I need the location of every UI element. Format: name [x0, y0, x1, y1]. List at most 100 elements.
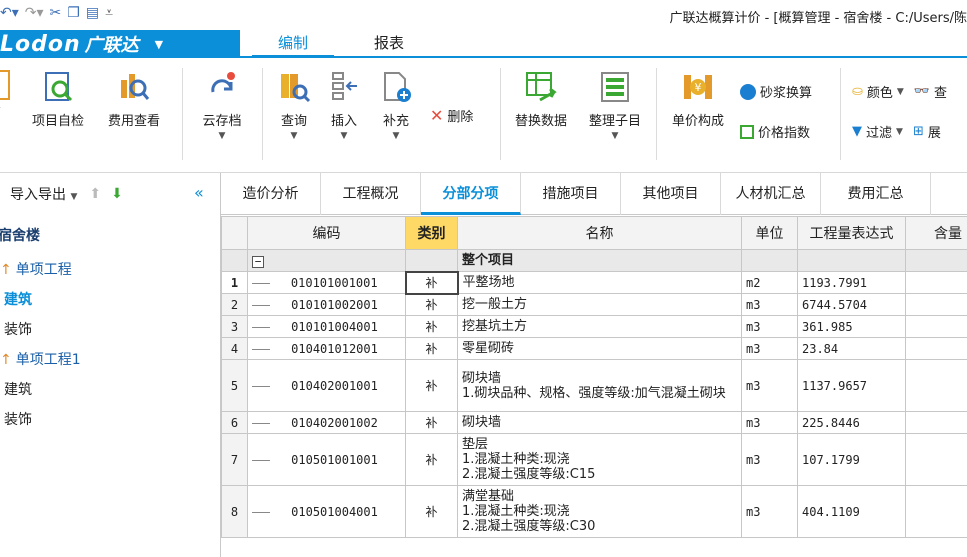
name-cell[interactable]: 垫层 1.混凝土种类:现浇 2.混凝土强度等级:C15 [457, 433, 742, 486]
customize-icon[interactable]: ⩡ [105, 5, 113, 21]
move-down-icon[interactable]: ⬇ [111, 186, 123, 202]
cloud-archive-button[interactable]: 云存档 ▼ [194, 70, 250, 141]
quantity-expression-cell[interactable]: 6744.5704 [797, 293, 906, 316]
column-header-code[interactable]: 编码 [247, 216, 406, 250]
tree-item-building[interactable]: 建筑 [4, 289, 32, 309]
color-button[interactable]: ⛀ 颜色 ▼ 👓 查 [852, 82, 947, 101]
quantity-expression-cell[interactable]: 1193.7991 [797, 271, 906, 294]
category-cell[interactable]: 补 [405, 411, 458, 434]
tree-item-building-2[interactable]: 建筑 [4, 379, 32, 399]
collapse-panel-icon[interactable]: « [194, 183, 204, 202]
table-row[interactable]: 4 010401012001 补零星砌砖 m3 23.84 [221, 337, 967, 360]
project-check-button[interactable]: 项目自检 [28, 70, 88, 129]
quantity-expression-cell[interactable]: 225.8446 [797, 411, 906, 434]
category-cell[interactable]: 补 [405, 315, 458, 338]
column-header-name[interactable]: 名称 [457, 216, 742, 250]
content-cell[interactable] [905, 337, 967, 360]
name-cell[interactable]: 挖基坑土方 [457, 315, 742, 338]
mortar-conversion-button[interactable]: 砂浆换算 [740, 82, 812, 101]
replace-data-button[interactable]: 替换数据 [508, 70, 574, 129]
quantity-expression-cell[interactable]: 361.985 [797, 315, 906, 338]
content-cell[interactable] [905, 411, 967, 434]
tab-cost-analysis[interactable]: 造价分析 [221, 173, 321, 215]
unit-cell[interactable]: m2 [741, 271, 798, 294]
quantity-expression-cell[interactable]: 107.1799 [797, 433, 906, 486]
code-cell[interactable]: 010101001001 [247, 271, 406, 294]
tab-other-items[interactable]: 其他项目 [621, 173, 721, 215]
tree-item-decoration-2[interactable]: 装饰 [4, 409, 32, 429]
name-cell[interactable]: 砌块墙 1.砌块品种、规格、强度等级:加气混凝土砌块 [457, 359, 742, 412]
app-menu-button[interactable]: Lodon 广联达 ▼ [0, 30, 240, 58]
collapse-icon[interactable]: − [252, 255, 264, 268]
tab-cost-summary[interactable]: 费用汇总 [821, 173, 931, 215]
move-up-icon[interactable]: ⬆ [89, 186, 101, 202]
supplement-button[interactable]: 补充 ▼ [374, 70, 418, 141]
category-cell[interactable]: 补 [405, 337, 458, 360]
table-row[interactable]: 3 010101004001 补挖基坑土方 m3 361.985 [221, 315, 967, 338]
query-button[interactable]: 查询 ▼ [270, 70, 318, 141]
tab-project-overview[interactable]: 工程概况 [321, 173, 421, 215]
quantity-expression-cell[interactable]: 404.1109 [797, 485, 906, 538]
unit-cell[interactable]: m3 [741, 411, 798, 434]
table-row[interactable]: 6 010402001002 补砌块墙 m3 225.8446 [221, 411, 967, 434]
organize-items-button[interactable]: 整理子目 ▼ [582, 70, 648, 141]
quantity-expression-cell[interactable]: 1137.9657 [797, 359, 906, 412]
name-cell[interactable]: 零星砌砖 [457, 337, 742, 360]
redo-icon[interactable]: ↷▾ [25, 5, 44, 21]
partial-button[interactable]: ▼ [0, 70, 12, 116]
content-cell[interactable] [905, 315, 967, 338]
unit-cell[interactable]: m3 [741, 359, 798, 412]
table-row[interactable]: 5 010402001001 补砌块墙 1.砌块品种、规格、强度等级:加气混凝土砌块… [221, 359, 967, 412]
tree-item-single-project[interactable]: ↑ 单项工程 [0, 259, 72, 279]
content-cell[interactable] [905, 271, 967, 294]
column-header-quantity-expression[interactable]: 工程量表达式 [797, 216, 906, 250]
group-row[interactable]: − 整个项目 [221, 249, 967, 272]
code-cell[interactable]: 010501001001 [247, 433, 406, 486]
category-cell[interactable]: 补 [405, 485, 458, 538]
tab-edit[interactable]: 编制 [252, 30, 334, 58]
table-row[interactable]: 7 010501001001 补垫层 1.混凝土种类:现浇 2.混凝土强度等级:C1… [221, 433, 967, 486]
column-header-unit[interactable]: 单位 [741, 216, 798, 250]
price-index-button[interactable]: 价格指数 [740, 122, 810, 141]
content-cell[interactable] [905, 433, 967, 486]
unit-cell[interactable]: m3 [741, 433, 798, 486]
table-row[interactable]: 1 010101001001 补平整场地 m2 1193.7991 [221, 270, 967, 295]
tab-measures[interactable]: 措施项目 [521, 173, 621, 215]
category-cell[interactable]: 补 [405, 293, 458, 316]
tab-resource-summary[interactable]: 人材机汇总 [721, 173, 821, 215]
category-cell[interactable]: 补 [405, 433, 458, 486]
category-cell[interactable]: 补 [404, 270, 459, 295]
content-cell[interactable] [905, 359, 967, 412]
copy-icon[interactable]: ❐ [67, 5, 80, 21]
tree-item-single-project-1[interactable]: ↑ 单项工程1 [0, 349, 81, 369]
column-header-content[interactable]: 含量 [905, 216, 967, 250]
unit-cell[interactable]: m3 [741, 315, 798, 338]
cut-icon[interactable]: ✂ [50, 5, 62, 21]
undo-icon[interactable]: ↶▾ [0, 5, 19, 21]
name-cell[interactable]: 平整场地 [457, 271, 742, 294]
tab-sub-items[interactable]: 分部分项 [421, 173, 521, 215]
cost-view-button[interactable]: 费用查看 [100, 70, 168, 129]
code-cell[interactable]: 010402001002 [247, 411, 406, 434]
code-cell[interactable]: 010402001001 [247, 359, 406, 412]
table-row[interactable]: 2 010101002001 补挖一般土方 m3 6744.5704 [221, 293, 967, 316]
name-cell[interactable]: 满堂基础 1.混凝土种类:现浇 2.混凝土强度等级:C30 [457, 485, 742, 538]
code-cell[interactable]: 010101004001 [247, 315, 406, 338]
code-cell[interactable]: 010101002001 [247, 293, 406, 316]
content-cell[interactable] [905, 485, 967, 538]
group-toggle-cell[interactable]: − [247, 249, 406, 272]
unit-price-composition-button[interactable]: ¥ 单价构成 [664, 70, 732, 129]
tab-reports[interactable]: 报表 [354, 30, 424, 58]
category-cell[interactable]: 补 [405, 359, 458, 412]
unit-cell[interactable]: m3 [741, 485, 798, 538]
code-cell[interactable]: 010401012001 [247, 337, 406, 360]
delete-button[interactable]: ✕ 删除 [430, 106, 473, 125]
filter-button[interactable]: ▼ 过滤 ▼ ⊞ 展 [852, 122, 941, 141]
name-cell[interactable]: 挖一般土方 [457, 293, 742, 316]
tree-root-project[interactable]: 宿舍楼 [0, 225, 40, 245]
content-cell[interactable] [905, 293, 967, 316]
column-header-category[interactable]: 类别 [405, 216, 458, 250]
table-row[interactable]: 8 010501004001 补满堂基础 1.混凝土种类:现浇 2.混凝土强度等级:… [221, 485, 967, 538]
quantity-expression-cell[interactable]: 23.84 [797, 337, 906, 360]
tree-item-decoration[interactable]: 装饰 [4, 319, 32, 339]
